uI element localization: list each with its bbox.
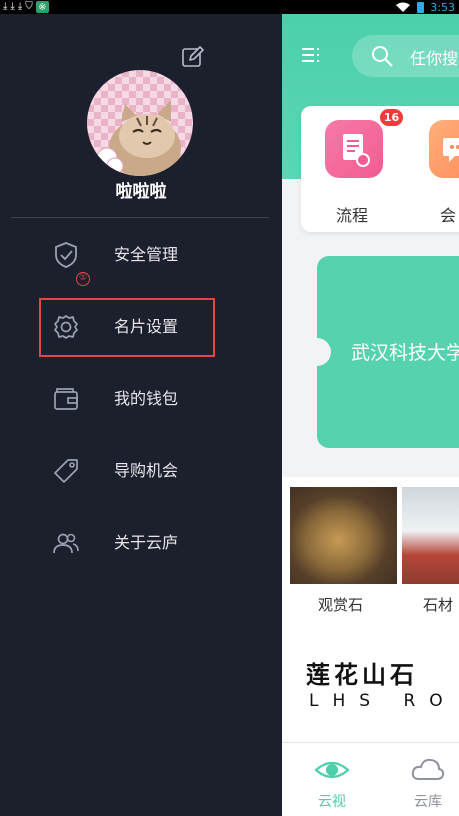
eye-icon (314, 761, 350, 779)
banner-text: 武汉科技大学 (351, 342, 459, 364)
avatar[interactable] (87, 70, 193, 176)
status-left-icons: ⤓ ⤓ ⤓ ⛉ ※ (3, 0, 49, 14)
menu-item-wallet[interactable]: 我的钱包 (0, 373, 282, 425)
brand-logo-text: 莲花山石 (306, 661, 418, 689)
menu-item-label: 关于云庐 (114, 533, 179, 552)
download-icon: ⤓ (3, 1, 8, 12)
gallery-strip: 观赏石 石材 莲花山石 LHS RO (282, 477, 459, 745)
app-chat-button[interactable] (429, 120, 459, 178)
download-icon: ⤓ (10, 1, 15, 12)
bottom-tab-bar: 云视 云库 (282, 742, 459, 816)
edit-icon[interactable] (181, 45, 205, 69)
search-placeholder: 任你搜 (410, 49, 459, 68)
menu-item-label: 安全管理 (114, 245, 179, 264)
cloud-icon (411, 758, 445, 780)
wallet-icon (54, 388, 78, 410)
promo-banner[interactable]: 武汉科技大学 (303, 256, 459, 448)
app-badge-icon: ※ (35, 1, 49, 13)
status-bar: ⤓ ⤓ ⤓ ⛉ ※ 3:53 (0, 0, 459, 14)
annotation-marker: ① (76, 272, 90, 286)
shield-icon: ⛉ (25, 1, 33, 12)
menu-item-security[interactable]: 安全管理 (0, 229, 282, 281)
tab-label: 云库 (414, 794, 442, 810)
drawer-divider (11, 217, 269, 218)
document-icon (343, 134, 370, 167)
side-drawer: 啦啦啦 安全管理 ① 名片设置 我的钱包 导购机会 关于云庐 (0, 14, 282, 816)
wifi-icon (396, 2, 411, 12)
brand-logo-subtext: LHS RO (309, 691, 457, 711)
menu-item-about[interactable]: 关于云庐 (0, 517, 282, 569)
gallery-item-image[interactable] (290, 487, 397, 584)
menu-item-label: 导购机会 (114, 461, 179, 480)
gallery-item-image[interactable] (402, 487, 459, 584)
download-icon: ⤓ (17, 1, 23, 12)
chat-icon (443, 138, 459, 162)
shield-check-icon (55, 242, 77, 268)
status-right-icons: 3:53 (395, 0, 455, 14)
status-time: 3:53 (430, 0, 455, 14)
menu-icon[interactable] (302, 47, 322, 63)
gallery-item-label: 观赏石 (318, 596, 364, 614)
search-icon (372, 46, 393, 67)
banner-notch (303, 338, 331, 366)
tab-yunshi[interactable]: 云视 (302, 755, 362, 811)
app-label: 流程 (336, 206, 369, 225)
main-panel: 任你搜 16 流程 会 武汉科技大学 观赏石 石材 莲花山石 LHS RO 云视… (282, 14, 459, 816)
search-bar[interactable]: 任你搜 (352, 35, 459, 77)
menu-item-label: 我的钱包 (114, 389, 179, 408)
notification-badge: 16 (380, 109, 403, 126)
username: 啦啦啦 (115, 182, 167, 202)
highlight-box (39, 298, 215, 357)
quick-apps-card: 16 流程 会 (301, 106, 459, 232)
app-flow-button[interactable] (325, 120, 383, 178)
tab-yunku[interactable]: 云库 (398, 755, 458, 811)
tag-icon (54, 459, 78, 483)
cat-avatar-icon (96, 100, 181, 176)
users-icon (53, 533, 79, 554)
app-label: 会 (440, 206, 457, 225)
battery-icon (417, 1, 425, 13)
gallery-item-label: 石材 (423, 596, 454, 614)
tab-label: 云视 (318, 794, 346, 810)
menu-item-shopping-guide[interactable]: 导购机会 (0, 445, 282, 497)
